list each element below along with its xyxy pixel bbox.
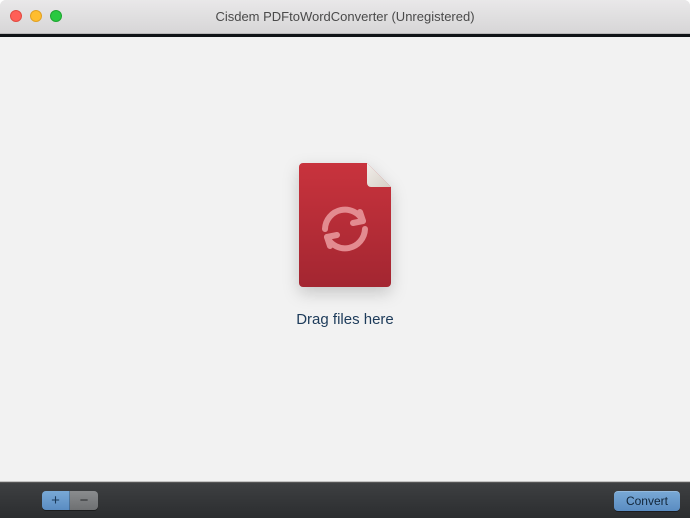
convert-button-label: Convert [626, 494, 668, 508]
minus-icon: − [80, 493, 89, 508]
bottom-toolbar: + − Convert [0, 482, 690, 518]
add-remove-segment: + − [42, 491, 98, 510]
window-controls [10, 10, 62, 22]
add-file-button[interactable]: + [42, 491, 70, 510]
close-icon[interactable] [10, 10, 22, 22]
drag-files-label: Drag files here [296, 311, 394, 328]
file-convert-icon [295, 161, 395, 289]
app-window: Cisdem PDFtoWordConverter (Unregistered) [0, 0, 690, 518]
window-title: Cisdem PDFtoWordConverter (Unregistered) [0, 9, 690, 24]
plus-icon: + [51, 493, 60, 508]
drop-area[interactable]: Drag files here [0, 34, 690, 482]
remove-file-button[interactable]: − [70, 491, 98, 510]
convert-button[interactable]: Convert [614, 491, 680, 511]
zoom-icon[interactable] [50, 10, 62, 22]
titlebar: Cisdem PDFtoWordConverter (Unregistered) [0, 0, 690, 34]
minimize-icon[interactable] [30, 10, 42, 22]
